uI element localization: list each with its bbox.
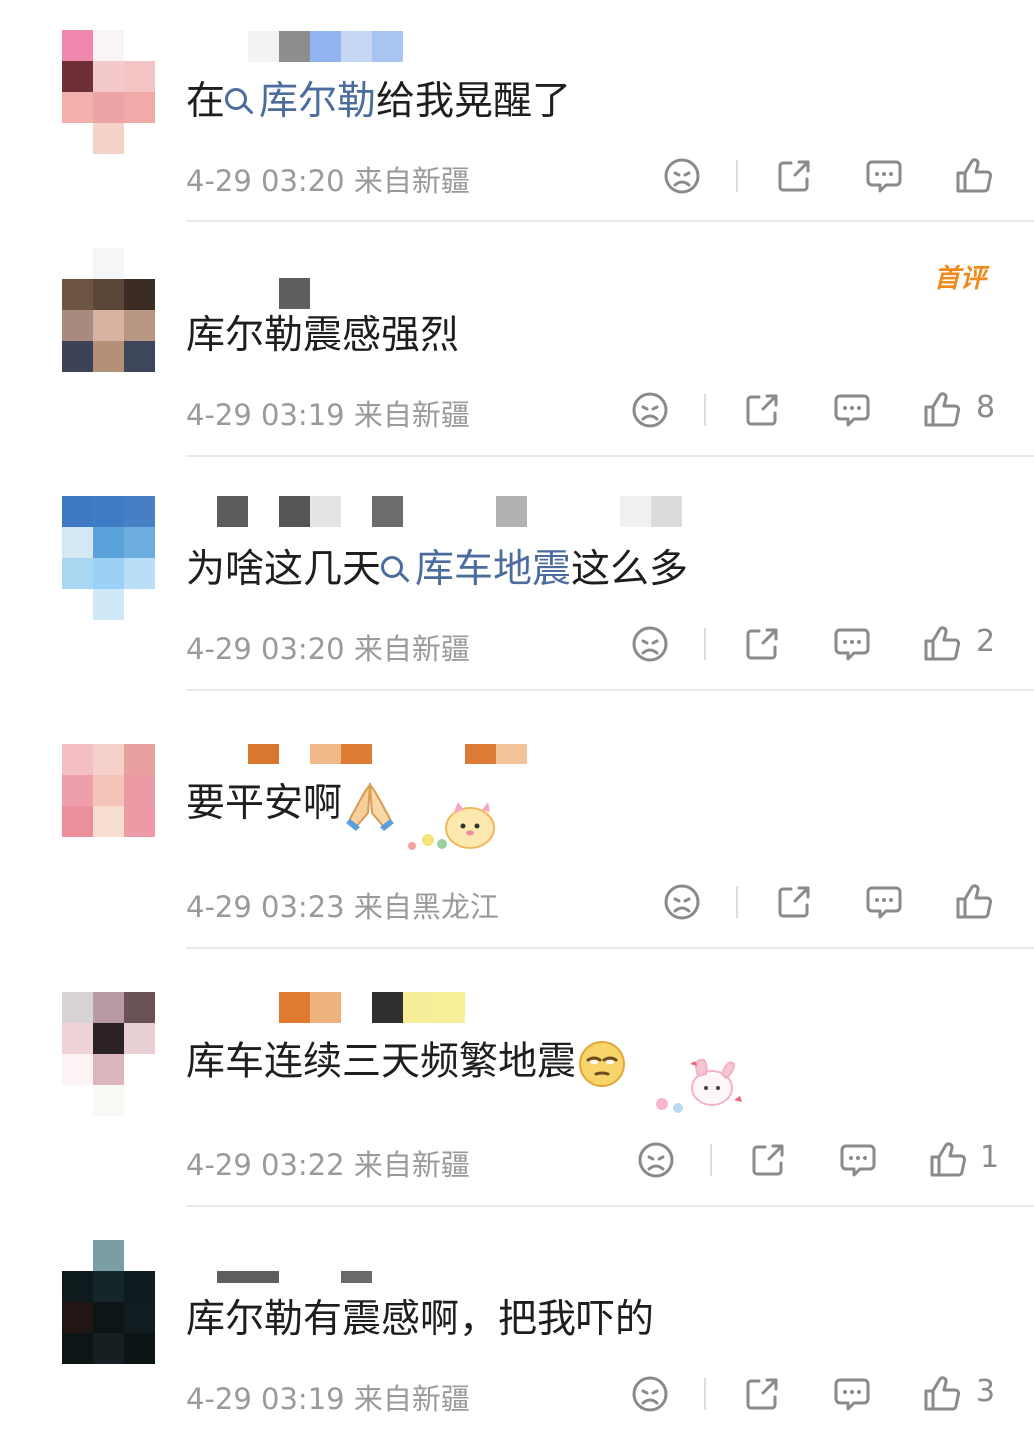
comment-item: 库尔勒有震感啊，把我吓的 4-29 03:19 来自新疆 3 [0, 0, 1034, 1440]
share-button[interactable] [742, 1374, 782, 1414]
comment-text-part: 库尔勒有震感啊，把我吓的 [186, 1297, 655, 1342]
avatar[interactable] [62, 1240, 155, 1365]
comment-meta: 4-29 03:19 来自新疆 [186, 1376, 470, 1418]
comment-bubble-icon [834, 1378, 870, 1411]
comment-location: 来自新疆 [353, 1382, 470, 1416]
divider [704, 1378, 706, 1410]
share-icon [746, 1378, 778, 1410]
like-count: 3 [976, 1374, 996, 1409]
username-pixelated[interactable] [186, 1271, 386, 1283]
dislike-button[interactable] [630, 1374, 670, 1414]
sad-face-icon [632, 1376, 668, 1412]
thumbs-up-icon [924, 1376, 960, 1411]
reply-button[interactable] [832, 1374, 872, 1414]
like-button[interactable] [922, 1374, 962, 1414]
comment-actions: 3 [628, 1374, 1008, 1418]
comment-time: 4-29 03:19 [186, 1382, 345, 1416]
comment-text: 库尔勒有震感啊，把我吓的 [186, 1296, 654, 1344]
